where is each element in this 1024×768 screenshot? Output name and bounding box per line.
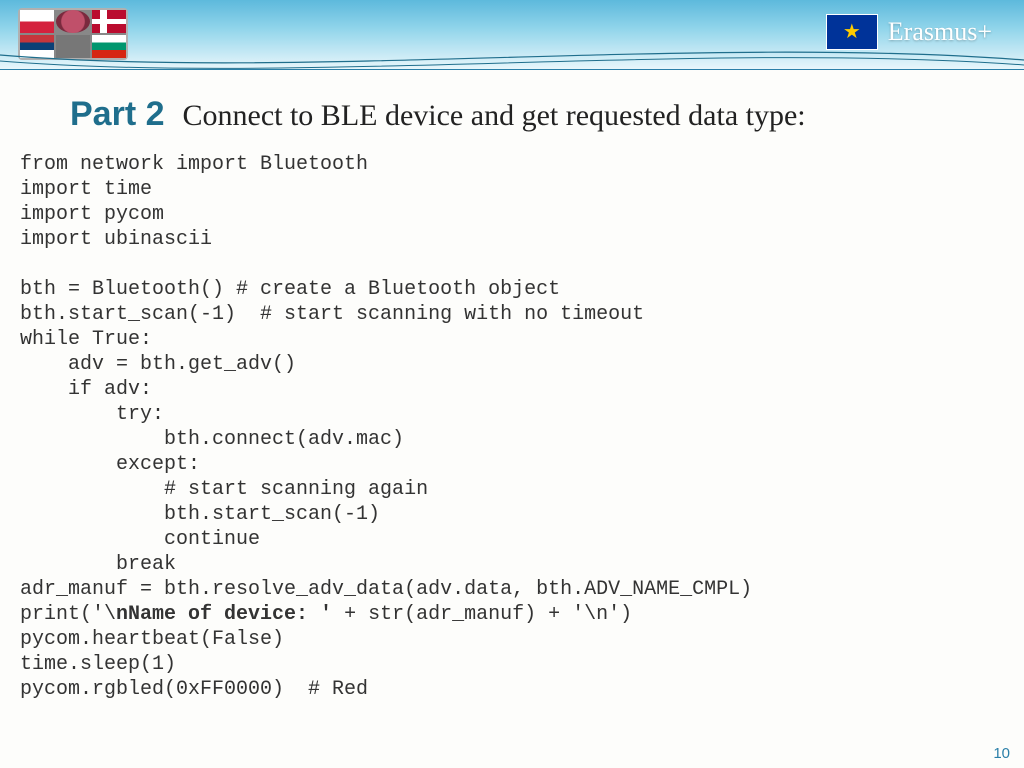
header-wave-icon [0, 45, 1024, 75]
code-line: # start scanning again [20, 478, 428, 501]
code-line: print('\nName of device: ' + str(adr_man… [20, 603, 632, 626]
code-line: bth.start_scan(-1) # start scanning with… [20, 303, 644, 326]
slide-content: Part 2 Connect to BLE device and get req… [20, 95, 1004, 748]
title-row: Part 2 Connect to BLE device and get req… [70, 95, 1004, 134]
code-line: bth.connect(adv.mac) [20, 428, 404, 451]
page-number: 10 [993, 745, 1010, 762]
code-bold: nName of device: ' [116, 603, 332, 626]
code-line: try: [20, 403, 164, 426]
code-line: continue [20, 528, 260, 551]
part-label: Part 2 [70, 95, 165, 134]
code-line: if adv: [20, 378, 152, 401]
code-line: import pycom [20, 203, 164, 226]
flag-norway-icon [92, 10, 126, 33]
code-line: import ubinascii [20, 228, 212, 251]
code-line: adr_manuf = bth.resolve_adv_data(adv.dat… [20, 578, 752, 601]
code-line: break [20, 553, 176, 576]
code-line: time.sleep(1) [20, 653, 176, 676]
code-line: bth = Bluetooth() # create a Bluetooth o… [20, 278, 560, 301]
code-line: pycom.rgbled(0xFF0000) # Red [20, 678, 368, 701]
code-line: import time [20, 178, 152, 201]
code-line: bth.start_scan(-1) [20, 503, 380, 526]
erasmus-label: Erasmus+ [888, 17, 992, 47]
project-badge-icon [56, 10, 90, 33]
code-line: except: [20, 453, 200, 476]
page-title: Connect to BLE device and get requested … [183, 99, 806, 133]
code-line: from network import Bluetooth [20, 153, 368, 176]
code-line: pycom.heartbeat(False) [20, 628, 284, 651]
code-block: from network import Bluetooth import tim… [20, 152, 1004, 702]
code-line: while True: [20, 328, 152, 351]
code-line: adv = bth.get_adv() [20, 353, 296, 376]
flag-poland-icon [20, 10, 54, 33]
